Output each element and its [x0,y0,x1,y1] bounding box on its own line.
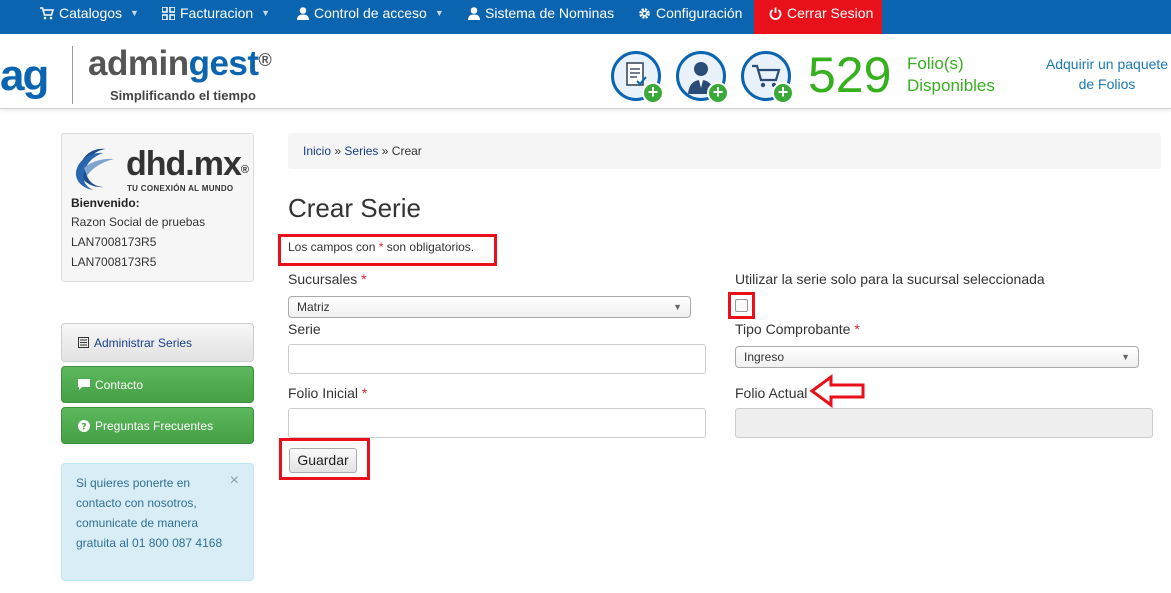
contact-info-alert: Si quieres ponerte en contacto con nosot… [61,463,254,581]
logo-short[interactable]: ag [0,54,49,98]
folio-label-line2: Disponibles [907,76,995,95]
sidebar-item-preguntas[interactable]: ? Preguntas Frecuentes [61,407,254,444]
logo-registered: ® [258,50,272,70]
rfc-line-2: LAN7008173R5 [71,255,157,269]
nav-control-acceso[interactable]: Control de acceso ▼ [297,0,444,26]
nav-configuracion-label: Configuración [656,5,743,21]
page-title: Crear Serie [288,193,421,223]
plus-icon: + [707,82,729,104]
logout-label: Cerrar Sesion [787,5,874,21]
comment-icon [78,379,90,390]
company-name: dhd.mx® [126,144,249,184]
sidebar-item-label: Preguntas Frecuentes [95,418,214,433]
folio-inicial-label: Folio Inicial * [288,385,367,401]
gear-icon [639,7,650,19]
breadcrumb-series[interactable]: Series [344,144,378,158]
logo-name-gest: gest [188,44,259,83]
serie-input[interactable] [288,344,706,374]
sidebar-item-label: Administrar Series [94,335,193,350]
folio-inicial-input[interactable] [288,408,706,438]
company-registered: ® [240,164,249,176]
razon-social: Razon Social de pruebas [71,215,206,229]
power-icon [769,7,782,20]
nav-catalogos[interactable]: Catalogos ▼ [40,0,139,26]
folio-actual-input [735,408,1153,438]
question-icon: ? [78,419,90,432]
highlight-box [279,438,370,480]
sucursales-value: Matriz [297,300,330,314]
new-invoice-button[interactable]: + [611,51,664,104]
folio-count: 529 [808,47,892,103]
dropdown-arrow-icon: ▼ [673,302,682,312]
welcome-label: Bienvenido: [71,196,140,210]
serie-label: Serie [288,321,321,337]
required-star: * [854,321,860,337]
grid-icon [162,6,175,20]
app-header: ag admingest® Simplificando el tiempo + … [0,34,1171,109]
breadcrumb-inicio[interactable]: Inicio [303,144,331,158]
highlight-box [728,292,755,319]
user-icon [297,6,309,20]
nav-sistema-nominas-label: Sistema de Nominas [485,5,615,21]
breadcrumb-sep: » [381,144,389,158]
logo-divider [72,46,73,104]
company-name-text: dhd.mx [126,145,242,183]
close-icon[interactable]: × [230,471,239,491]
logout-item[interactable]: Cerrar Sesion [754,0,882,26]
chevron-down-icon: ▼ [434,8,444,18]
nav-configuracion[interactable]: Configuración [638,0,742,26]
list-icon [78,337,89,348]
breadcrumb-sep: » [334,144,342,158]
cart-icon [40,6,54,19]
company-tagline: TU CONEXIÓN AL MUNDO [127,184,234,193]
nav-facturacion[interactable]: Facturacion ▼ [162,0,270,26]
company-logo: dhd.mx® TU CONEXIÓN AL MUNDO [72,142,249,194]
dropdown-arrow-icon: ▼ [1121,352,1130,362]
tipo-comprobante-label-text: Tipo Comprobante [735,321,851,337]
folio-label: Folio(s) Disponibles [907,53,995,97]
plus-icon: + [772,82,794,104]
highlight-box [278,234,497,266]
sidebar-item-contacto[interactable]: Contacto [61,366,254,403]
tipo-comprobante-value: Ingreso [744,350,785,364]
chevron-down-icon: ▼ [261,8,271,18]
contact-info-text: Si quieres ponerte en contacto con nosot… [76,476,223,550]
svg-text:?: ? [81,422,86,432]
logo-wordmark[interactable]: admingest® [88,44,272,84]
globe-swoosh-icon [75,148,114,190]
buy-folios-link[interactable]: Adquirir un paquete de Folios [1045,54,1169,94]
breadcrumb: Inicio » Series » Crear [288,133,1161,169]
logo-tagline: Simplificando el tiempo [110,88,256,103]
nav-sistema-nominas[interactable]: Sistema de Nominas [468,0,614,26]
rfc-line-1: LAN7008173R5 [71,235,157,249]
tipo-comprobante-label: Tipo Comprobante * [735,321,860,337]
sucursales-label-text: Sucursales [288,271,358,287]
folio-inicial-label-text: Folio Inicial [288,385,359,401]
required-star: * [361,385,368,401]
nav-facturacion-label: Facturacion [180,5,254,21]
breadcrumb-current: Crear [391,144,422,158]
nav-control-acceso-label: Control de acceso [314,5,427,21]
profile-panel: dhd.mx® TU CONEXIÓN AL MUNDO Bienvenido:… [61,133,254,282]
solo-sucursal-label: Utilizar la serie solo para la sucursal … [735,271,1045,287]
folio-label-line1: Folio(s) [907,54,964,73]
folio-actual-label: Folio Actual [735,385,808,401]
chevron-down-icon: ▼ [130,8,139,18]
user-icon [468,6,480,20]
required-star: * [361,271,367,287]
buy-folios-button[interactable]: + [741,51,794,104]
tipo-comprobante-select[interactable]: Ingreso ▼ [735,346,1139,368]
new-employee-button[interactable]: + [676,51,729,104]
logo-name-admin: admin [88,44,189,83]
logout-button[interactable]: Cerrar Sesion [754,0,882,34]
nav-catalogos-label: Catalogos [59,5,123,21]
sidebar-item-administrar-series[interactable]: Administrar Series [61,323,254,362]
sucursales-label: Sucursales * [288,271,367,287]
plus-icon: + [642,82,664,104]
sucursales-select[interactable]: Matriz ▼ [288,296,691,318]
sidebar-item-label: Contacto [95,377,144,392]
top-navbar: Catalogos ▼ Facturacion ▼ Control de acc… [0,0,1171,34]
arrow-left-icon [809,374,865,408]
